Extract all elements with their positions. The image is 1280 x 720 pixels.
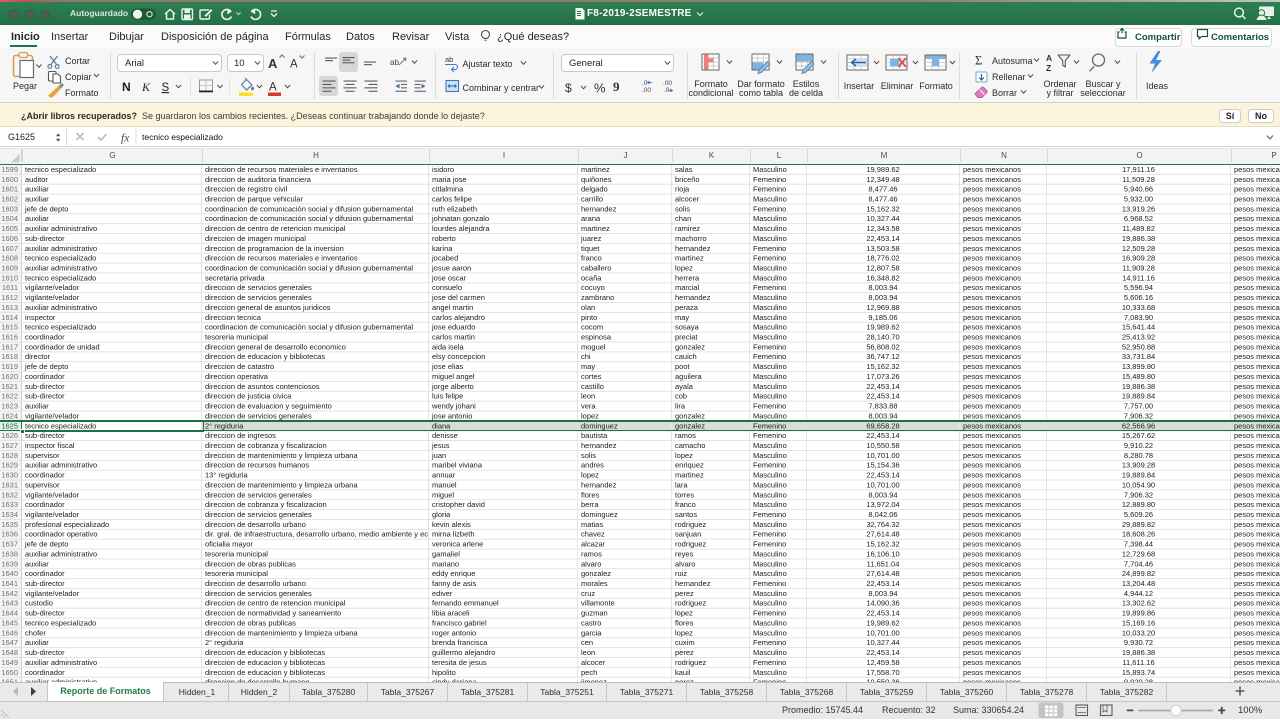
svg-text:9: 9 bbox=[613, 79, 620, 94]
svg-text:S: S bbox=[162, 82, 170, 94]
svg-text:N: N bbox=[122, 80, 131, 94]
svg-text:A: A bbox=[1046, 53, 1052, 63]
svg-text:Σ: Σ bbox=[975, 54, 982, 68]
svg-text:.00: .00 bbox=[663, 80, 672, 87]
svg-text:A: A bbox=[269, 82, 277, 94]
svg-text:K: K bbox=[141, 80, 151, 94]
svg-text:$: $ bbox=[565, 81, 572, 95]
svg-text:fx: fx bbox=[121, 133, 130, 145]
svg-text:%: % bbox=[594, 81, 606, 96]
svg-text:.00: .00 bbox=[642, 87, 651, 94]
svg-text:ab: ab bbox=[390, 58, 399, 67]
svg-text:A: A bbox=[268, 56, 278, 71]
svg-text:Z: Z bbox=[1046, 63, 1051, 73]
svg-text:A: A bbox=[290, 59, 298, 71]
svg-text:ab: ab bbox=[445, 55, 453, 64]
svg-text:.0: .0 bbox=[642, 80, 648, 87]
